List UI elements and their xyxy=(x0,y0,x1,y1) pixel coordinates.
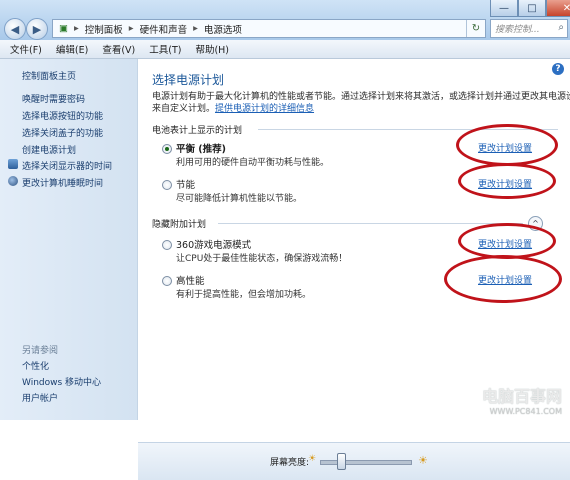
sidebar-item-display-off[interactable]: 选择关闭显示器的时间 xyxy=(22,159,112,172)
plan-360game-name[interactable]: 360游戏电源模式 xyxy=(176,237,251,251)
sidebar-item-sleep-time[interactable]: 更改计算机睡眠时间 xyxy=(22,176,103,189)
plan-highperf-desc: 有利于提高性能，但会增加功耗。 xyxy=(176,290,312,300)
main-content: ? 选择电源计划 电源计划有助于最大化计算机的性能或者节能。通过选择计划来将其激… xyxy=(138,59,570,480)
title-bar: — □ ✕ ◀ ▶ ▣ ▸ 控制面板 ▸ 硬件和声音 ▸ 电源选项 ↻ 搜索控制… xyxy=(0,0,570,40)
monitor-icon xyxy=(8,159,18,169)
plan-powersaver-radio[interactable] xyxy=(162,180,172,190)
search-placeholder: 搜索控制... xyxy=(495,25,540,35)
breadcrumb-separator: ▸ xyxy=(128,23,134,34)
menu-edit[interactable]: 编辑(E) xyxy=(56,42,88,56)
watermark-url: WWW.PC841.COM xyxy=(489,407,562,416)
see-also-heading: 另请参阅 xyxy=(22,346,59,356)
plan-360game-radio[interactable] xyxy=(162,240,172,250)
plan-360game-desc: 让CPU处于最佳性能状态，确保游戏流畅！ xyxy=(176,254,348,264)
menu-bar: 文件(F) 编辑(E) 查看(V) 工具(T) 帮助(H) xyxy=(0,40,570,59)
brightness-label: 屏幕亮度: xyxy=(270,458,310,468)
page-title: 选择电源计划 xyxy=(152,73,225,87)
menu-view[interactable]: 查看(V) xyxy=(102,42,135,56)
hidden-plans-heading: 隐藏附加计划 xyxy=(152,220,207,230)
annotation-oval xyxy=(458,223,556,259)
see-also-mobility-center[interactable]: Windows 移动中心 xyxy=(22,375,101,388)
plan-balanced-name[interactable]: 平衡 (推荐) xyxy=(176,141,226,155)
sidebar-item-lid-close[interactable]: 选择关闭盖子的功能 xyxy=(22,126,103,139)
breadcrumb-separator: ▸ xyxy=(73,23,79,34)
address-bar[interactable]: ▣ ▸ 控制面板 ▸ 硬件和声音 ▸ 电源选项 ↻ xyxy=(52,19,486,38)
moon-icon xyxy=(8,176,18,186)
sidebar-item-create-plan[interactable]: 创建电源计划 xyxy=(22,143,76,156)
watermark-logo: 电脑百事网 WWW.PC841.COM xyxy=(482,383,562,416)
breadcrumb-power-options[interactable]: 电源选项 xyxy=(204,22,242,36)
window-controls: — □ ✕ xyxy=(490,0,570,17)
see-also-personalization[interactable]: 个性化 xyxy=(22,359,49,372)
plan-powersaver-desc: 尽可能降低计算机性能以节能。 xyxy=(176,194,303,204)
battery-plans-heading: 电池表计上显示的计划 xyxy=(152,126,243,136)
forward-arrow-icon[interactable]: ▶ xyxy=(26,18,48,40)
menu-file[interactable]: 文件(F) xyxy=(10,42,42,56)
brightness-slider-track[interactable] xyxy=(320,460,412,465)
see-also-user-accounts[interactable]: 用户帐户 xyxy=(22,391,58,404)
help-icon[interactable]: ? xyxy=(552,63,564,75)
annotation-oval xyxy=(458,163,556,199)
sidebar-home-link[interactable]: 控制面板主页 xyxy=(22,69,76,82)
control-panel-icon: ▣ xyxy=(59,23,68,34)
watermark-text: 电脑百事网 xyxy=(481,387,562,406)
breadcrumb-separator: ▸ xyxy=(193,23,198,34)
sidebar-item-wake-password[interactable]: 唤醒时需要密码 xyxy=(22,92,85,105)
brightness-slider-thumb[interactable] xyxy=(337,453,347,470)
breadcrumb-control-panel[interactable]: 控制面板 xyxy=(85,22,123,36)
sidebar-item-power-button[interactable]: 选择电源按钮的功能 xyxy=(22,109,103,122)
plan-highperf-radio[interactable] xyxy=(162,276,172,286)
brightness-bar: 屏幕亮度: ☀ ☀ xyxy=(138,442,570,480)
plan-highperf-name[interactable]: 高性能 xyxy=(176,273,205,287)
plan-powersaver-name[interactable]: 节能 xyxy=(176,177,195,191)
search-icon[interactable]: ⌕ xyxy=(558,22,564,33)
menu-tools[interactable]: 工具(T) xyxy=(149,42,181,56)
maximize-button[interactable]: □ xyxy=(518,0,546,17)
refresh-icon[interactable]: ↻ xyxy=(466,20,485,37)
search-input[interactable]: 搜索控制... ⌕ xyxy=(490,19,568,38)
menu-help[interactable]: 帮助(H) xyxy=(195,42,229,56)
intro-text-line2: 来自定义计划。提供电源计划的详细信息 xyxy=(152,101,314,114)
intro-prefix: 来自定义计划。 xyxy=(152,104,216,114)
intro-details-link[interactable]: 提供电源计划的详细信息 xyxy=(215,104,314,114)
divider xyxy=(218,223,523,224)
plan-balanced-radio[interactable] xyxy=(162,144,172,154)
breadcrumb-hardware-sound[interactable]: 硬件和声音 xyxy=(140,22,188,36)
annotation-oval xyxy=(456,124,558,166)
annotation-oval xyxy=(444,255,562,303)
close-button[interactable]: ✕ xyxy=(546,0,570,17)
back-arrow-icon[interactable]: ◀ xyxy=(4,18,26,40)
minimize-button[interactable]: — xyxy=(490,0,518,17)
dim-sun-icon: ☀ xyxy=(308,454,317,464)
sidebar: 控制面板主页 唤醒时需要密码 选择电源按钮的功能 选择关闭盖子的功能 创建电源计… xyxy=(0,59,138,420)
bright-sun-icon: ☀ xyxy=(418,454,428,467)
plan-balanced-desc: 利用可用的硬件自动平衡功耗与性能。 xyxy=(176,158,330,168)
